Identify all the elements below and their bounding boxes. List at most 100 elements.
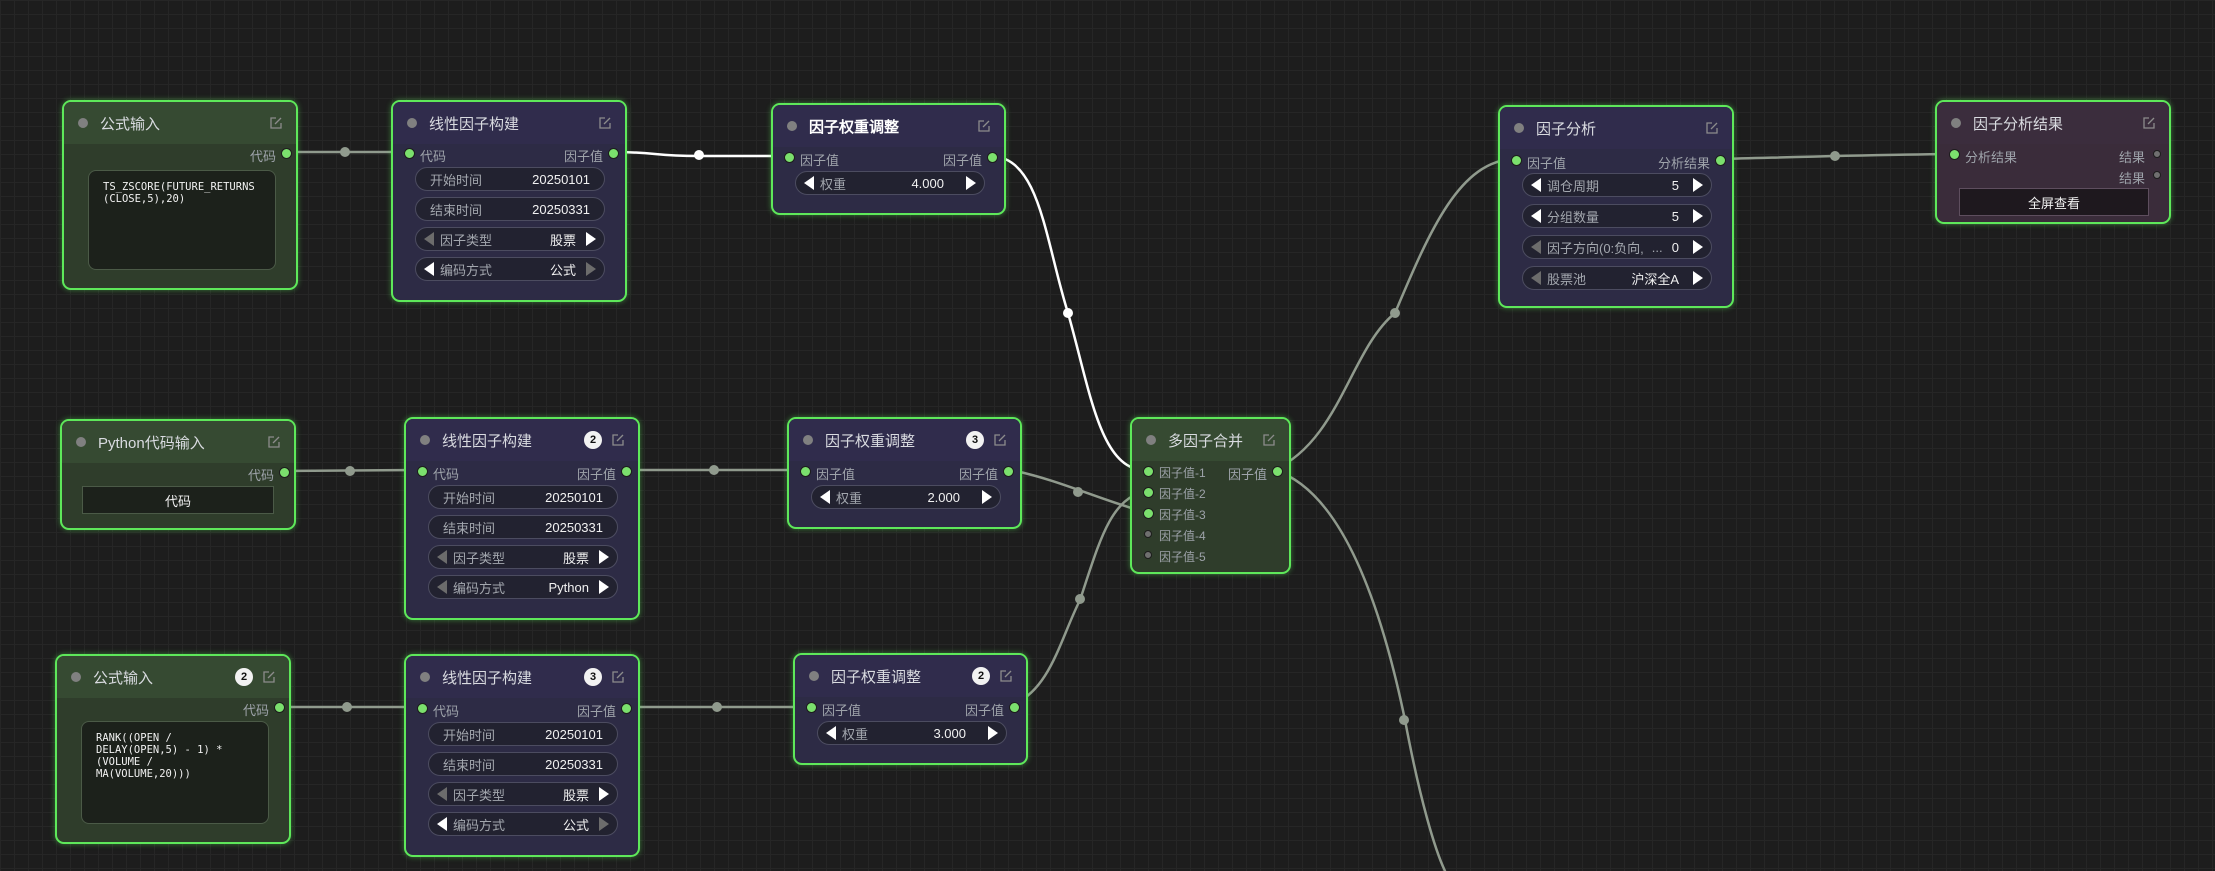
node-header[interactable]: 线性因子构建 3 [406,656,638,698]
weight-stepper[interactable]: 权重 2.000 [811,485,1001,509]
input-port-2[interactable] [1143,487,1154,498]
input-port[interactable] [404,148,415,159]
node-header[interactable]: 因子分析结果 [1937,102,2169,144]
input-port[interactable] [417,703,428,714]
encoding-select[interactable]: 编码方式 公式 [415,257,605,281]
increase-arrow-icon[interactable] [966,176,976,190]
factor-type-select[interactable]: 因子类型 股票 [415,227,605,251]
output-port[interactable] [1003,466,1014,477]
rebalance-period-stepper[interactable]: 调仓周期 5 [1522,173,1712,197]
output-port[interactable] [2153,171,2161,179]
node-header[interactable]: 因子权重调整 3 [789,419,1020,461]
collapse-dot-icon[interactable] [420,435,430,445]
start-time-field[interactable]: 开始时间 20250101 [428,485,618,509]
edit-icon[interactable] [1261,432,1277,448]
right-arrow-icon[interactable] [599,787,609,801]
decrease-arrow-icon[interactable] [1531,240,1541,254]
left-arrow-icon[interactable] [437,817,447,831]
output-port[interactable] [274,702,285,713]
linear-factor-node-3[interactable]: 线性因子构建 3 代码 因子值 开始时间 20250101 结束时间 20250… [404,654,640,857]
right-arrow-icon[interactable] [599,550,609,564]
collapse-dot-icon[interactable] [809,671,819,681]
right-arrow-icon[interactable] [1693,271,1703,285]
end-time-field[interactable]: 结束时间 20250331 [428,515,618,539]
node-header[interactable]: 线性因子构建 [393,102,625,144]
left-arrow-icon[interactable] [437,580,447,594]
end-time-field[interactable]: 结束时间 20250331 [428,752,618,776]
input-port[interactable] [1949,149,1960,160]
start-time-field[interactable]: 开始时间 20250101 [428,722,618,746]
node-header[interactable]: 因子权重调整 2 [795,655,1026,697]
node-header[interactable]: 因子分析 [1500,107,1732,149]
decrease-arrow-icon[interactable] [804,176,814,190]
decrease-arrow-icon[interactable] [820,490,830,504]
collapse-dot-icon[interactable] [71,672,81,682]
linear-factor-node-1[interactable]: 线性因子构建 代码 因子值 开始时间 20250101 结束时间 2025033… [391,100,627,302]
node-header[interactable]: 公式输入 [64,102,296,144]
collapse-dot-icon[interactable] [1951,118,1961,128]
output-port[interactable] [1009,702,1020,713]
edit-icon[interactable] [266,434,282,450]
decrease-arrow-icon[interactable] [1531,178,1541,192]
output-port[interactable] [621,466,632,477]
decrease-arrow-icon[interactable] [1531,209,1541,223]
edit-icon[interactable] [1704,120,1720,136]
formula-input-node-2[interactable]: 公式输入 2 代码 RANK((OPEN / DELAY(OPEN,5) - 1… [55,654,291,844]
edit-icon[interactable] [610,669,626,685]
node-header[interactable]: 多因子合并 [1132,419,1289,461]
code-button[interactable]: 代码 [82,486,274,514]
output-port[interactable] [281,148,292,159]
left-arrow-icon[interactable] [437,787,447,801]
output-port[interactable] [279,467,290,478]
edit-icon[interactable] [597,115,613,131]
linear-factor-node-2[interactable]: 线性因子构建 2 代码 因子值 开始时间 20250101 结束时间 20250… [404,417,640,620]
group-count-stepper[interactable]: 分组数量 5 [1522,204,1712,228]
increase-arrow-icon[interactable] [1693,209,1703,223]
weight-stepper[interactable]: 权重 3.000 [817,721,1007,745]
collapse-dot-icon[interactable] [76,437,86,447]
output-port[interactable] [621,703,632,714]
left-arrow-icon[interactable] [424,232,434,246]
factor-type-select[interactable]: 因子类型 股票 [428,782,618,806]
code-textarea[interactable]: TS_ZSCORE(FUTURE_RETURNS (CLOSE,5),20) [88,170,276,270]
right-arrow-icon[interactable] [586,262,596,276]
start-time-field[interactable]: 开始时间 20250101 [415,167,605,191]
edit-icon[interactable] [268,115,284,131]
input-port[interactable] [1511,155,1522,166]
output-port[interactable] [1272,466,1283,477]
left-arrow-icon[interactable] [437,550,447,564]
fullscreen-view-button[interactable]: 全屏查看 [1959,188,2149,216]
input-port-1[interactable] [1143,466,1154,477]
code-textarea[interactable]: RANK((OPEN / DELAY(OPEN,5) - 1) * (VOLUM… [81,721,269,824]
input-port-3[interactable] [1143,508,1154,519]
node-header[interactable]: 因子权重调整 [773,105,1004,147]
input-port[interactable] [784,152,795,163]
collapse-dot-icon[interactable] [787,121,797,131]
encoding-select[interactable]: 编码方式 Python [428,575,618,599]
input-port[interactable] [417,466,428,477]
collapse-dot-icon[interactable] [1514,123,1524,133]
right-arrow-icon[interactable] [586,232,596,246]
factor-weight-node-3[interactable]: 因子权重调整 2 因子值 因子值 权重 3.000 [793,653,1028,765]
end-time-field[interactable]: 结束时间 20250331 [415,197,605,221]
right-arrow-icon[interactable] [599,580,609,594]
python-code-input-node[interactable]: Python代码输入 代码 代码 [60,419,296,530]
edit-icon[interactable] [261,669,277,685]
input-port[interactable] [806,702,817,713]
node-header[interactable]: 公式输入 2 [57,656,289,698]
output-port[interactable] [1715,155,1726,166]
input-port-4[interactable] [1144,530,1152,538]
encoding-select[interactable]: 编码方式 公式 [428,812,618,836]
increase-arrow-icon[interactable] [988,726,998,740]
decrease-arrow-icon[interactable] [826,726,836,740]
output-port[interactable] [987,152,998,163]
edit-icon[interactable] [2141,115,2157,131]
increase-arrow-icon[interactable] [1693,240,1703,254]
collapse-dot-icon[interactable] [407,118,417,128]
edit-icon[interactable] [992,432,1008,448]
multi-factor-merge-node[interactable]: 多因子合并 因子值-1 因子值 因子值-2 因子值-3 因子值-4 因子值-5 [1130,417,1291,574]
factor-weight-node-1[interactable]: 因子权重调整 因子值 因子值 权重 4.000 [771,103,1006,215]
output-port[interactable] [608,148,619,159]
output-port[interactable] [2153,150,2161,158]
weight-stepper[interactable]: 权重 4.000 [795,171,985,195]
